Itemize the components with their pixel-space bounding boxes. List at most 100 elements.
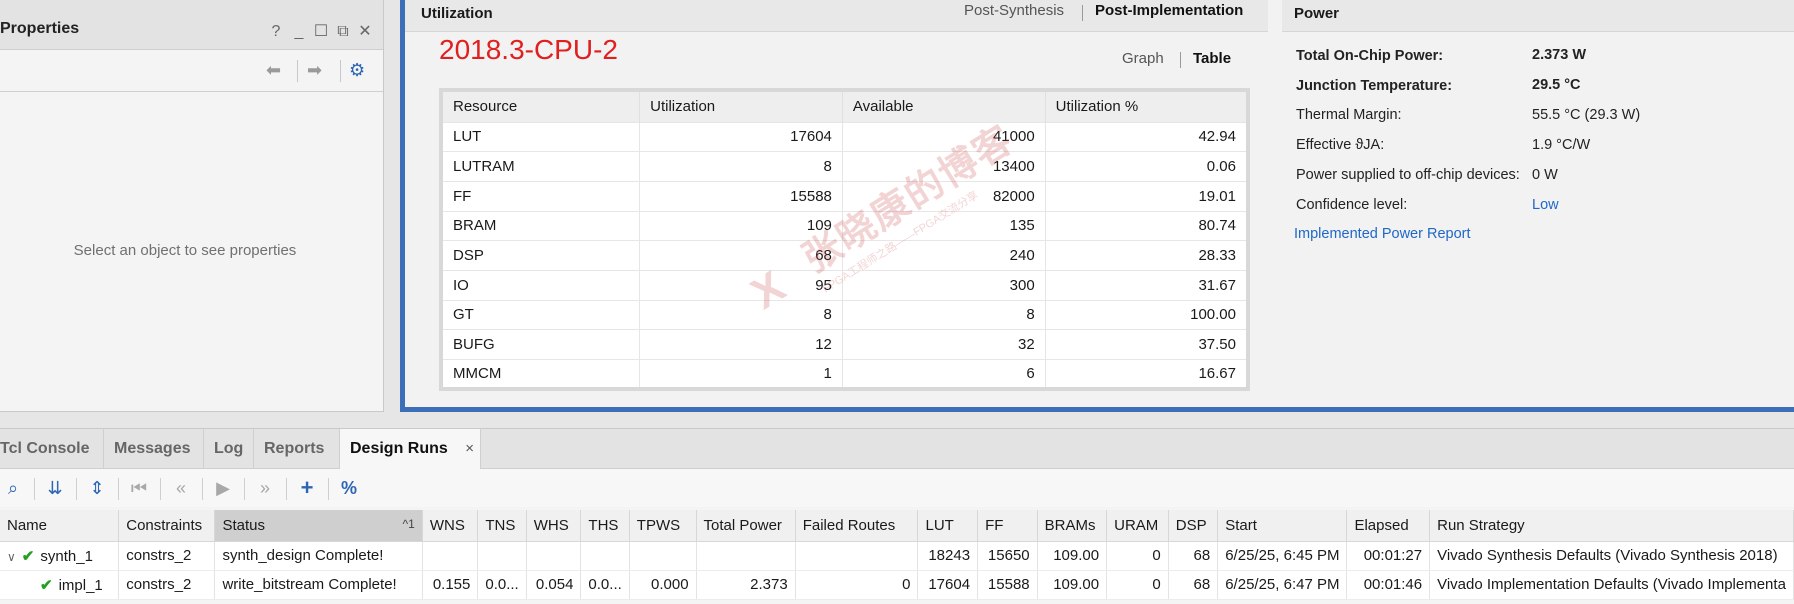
column-header-label: Constraints bbox=[126, 516, 203, 534]
column-header[interactable]: DSP bbox=[1168, 510, 1219, 542]
table-row[interactable]: ✔ impl_1 constrs_2 write_bitstream Complete… bbox=[0, 570, 1794, 600]
expand-caret-icon[interactable]: ∨ bbox=[7, 550, 16, 564]
column-header[interactable]: Constraints bbox=[118, 510, 216, 542]
column-header[interactable]: Utilization % bbox=[1045, 90, 1249, 122]
column-header[interactable]: FF bbox=[977, 510, 1038, 542]
collapse-all-icon[interactable]: ⇊ bbox=[44, 477, 66, 499]
help-icon[interactable]: ? bbox=[266, 23, 286, 41]
run-name-cell[interactable]: ∨ ✔ synth_1 bbox=[0, 541, 120, 571]
close-icon[interactable]: ✕ bbox=[355, 23, 375, 41]
minimize-icon[interactable]: _ bbox=[289, 23, 309, 41]
column-header[interactable]: Elapsed bbox=[1346, 510, 1431, 542]
design-runs-table: Name Constraints Status ^1 WNS TNS WHS THS TPWS T… bbox=[0, 510, 1794, 600]
power-label-offchip: Power supplied to off-chip devices: bbox=[1296, 167, 1520, 183]
design-runs-toolbar: ⌕ ⇊ ⇕ ⏮ « ▶ » + % bbox=[0, 469, 1794, 507]
post-implementation-link[interactable]: Post-Implementation bbox=[1095, 2, 1243, 19]
cell-dsp: 68 bbox=[1168, 570, 1219, 600]
properties-toolbar: ⬅ ➡ ⚙ bbox=[0, 50, 383, 92]
column-header[interactable]: Failed Routes bbox=[795, 510, 919, 542]
back-arrow-icon[interactable]: ⬅ bbox=[266, 60, 281, 81]
previous-icon[interactable]: « bbox=[170, 477, 192, 499]
close-tab-icon[interactable]: × bbox=[465, 429, 474, 469]
table-cell: IO bbox=[441, 269, 641, 301]
table-row[interactable]: MMCM 1 6 16.67 bbox=[441, 359, 1249, 390]
next-icon[interactable]: » bbox=[254, 477, 276, 499]
implemented-power-report-link[interactable]: Implemented Power Report bbox=[1294, 226, 1471, 242]
tab-reports[interactable]: Reports bbox=[254, 429, 340, 469]
tab-messages[interactable]: Messages bbox=[104, 429, 204, 469]
power-label-theta: Effective ϑJA: bbox=[1296, 137, 1385, 153]
column-header[interactable]: WNS bbox=[422, 510, 479, 542]
table-row[interactable]: IO 95 300 31.67 bbox=[441, 269, 1249, 301]
column-header[interactable]: WHS bbox=[526, 510, 582, 542]
table-cell: 95 bbox=[639, 269, 843, 301]
table-cell: 240 bbox=[842, 240, 1046, 271]
column-header[interactable]: TPWS bbox=[629, 510, 697, 542]
table-row[interactable]: DSP 68 240 28.33 bbox=[441, 240, 1249, 271]
column-header[interactable]: THS bbox=[580, 510, 630, 542]
table-row[interactable]: BRAM 109 135 80.74 bbox=[441, 210, 1249, 241]
play-icon[interactable]: ▶ bbox=[212, 477, 234, 499]
overlay-title: 2018.3-CPU-2 bbox=[439, 34, 618, 65]
column-header[interactable]: BRAMs bbox=[1037, 510, 1108, 542]
table-row[interactable]: GT 8 8 100.00 bbox=[441, 299, 1249, 330]
cell-uram: 0 bbox=[1106, 541, 1169, 571]
column-header-label: URAM bbox=[1114, 516, 1159, 534]
column-header-label: BRAMs bbox=[1044, 516, 1096, 534]
table-cell: LUTRAM bbox=[441, 151, 641, 182]
float-icon[interactable]: ⧉ bbox=[333, 23, 353, 41]
post-synthesis-link[interactable]: Post-Synthesis bbox=[964, 2, 1064, 19]
table-row[interactable]: BUFG 12 32 37.50 bbox=[441, 329, 1249, 360]
percent-icon[interactable]: % bbox=[338, 477, 360, 499]
power-value-total: 2.373 W bbox=[1532, 47, 1586, 63]
toolbar-divider bbox=[118, 478, 119, 500]
expand-all-icon[interactable]: ⇕ bbox=[86, 477, 108, 499]
column-header-label: DSP bbox=[1175, 516, 1207, 534]
table-cell: 31.67 bbox=[1045, 269, 1249, 301]
gear-icon[interactable]: ⚙ bbox=[349, 60, 365, 81]
tab-log[interactable]: Log bbox=[204, 429, 254, 469]
table-cell: 41000 bbox=[842, 121, 1046, 152]
table-cell: 13400 bbox=[842, 151, 1046, 182]
tab-tcl-console[interactable]: Tcl Console bbox=[0, 429, 104, 469]
project-summary-panel: Utilization Post-Synthesis Post-Implemen… bbox=[400, 0, 1794, 412]
column-header[interactable]: Available bbox=[842, 90, 1046, 122]
column-header[interactable]: LUT bbox=[917, 510, 979, 542]
column-header[interactable]: Total Power bbox=[696, 510, 796, 542]
cell-ths: 0.0... bbox=[580, 570, 630, 600]
column-header[interactable]: Utilization bbox=[639, 90, 843, 122]
table-row[interactable]: LUTRAM 8 13400 0.06 bbox=[441, 151, 1249, 182]
run-name-cell[interactable]: ✔ impl_1 bbox=[0, 570, 120, 600]
table-link[interactable]: Table bbox=[1193, 50, 1231, 67]
toolbar-divider bbox=[286, 478, 287, 500]
column-header[interactable]: Resource bbox=[441, 90, 641, 122]
first-icon[interactable]: ⏮ bbox=[128, 477, 150, 499]
graph-link[interactable]: Graph bbox=[1122, 50, 1164, 67]
column-header-label: WHS bbox=[533, 516, 569, 534]
toolbar-divider bbox=[297, 60, 298, 82]
column-header[interactable]: Start bbox=[1217, 510, 1348, 542]
column-header[interactable]: URAM bbox=[1106, 510, 1169, 542]
table-row[interactable]: LUT 17604 41000 42.94 bbox=[441, 121, 1249, 152]
table-cell: 8 bbox=[639, 151, 843, 182]
table-row[interactable]: FF 15588 82000 19.01 bbox=[441, 180, 1249, 212]
column-header[interactable]: Name bbox=[0, 510, 120, 542]
add-run-icon[interactable]: + bbox=[296, 477, 318, 499]
cell-ff: 15588 bbox=[977, 570, 1038, 600]
search-icon[interactable]: ⌕ bbox=[2, 477, 24, 499]
column-header[interactable]: Run Strategy bbox=[1429, 510, 1794, 542]
power-value-margin: 55.5 °C (29.3 W) bbox=[1532, 107, 1641, 123]
column-header[interactable]: TNS bbox=[477, 510, 527, 542]
table-row[interactable]: ∨ ✔ synth_1 constrs_2 synth_design Complete!… bbox=[0, 541, 1794, 571]
utilization-table: Resource Utilization Available Utilizati… bbox=[439, 88, 1250, 392]
column-header[interactable]: Status ^1 bbox=[214, 510, 423, 542]
view-divider bbox=[1082, 5, 1083, 21]
confidence-level-link[interactable]: Low bbox=[1532, 197, 1559, 213]
forward-arrow-icon[interactable]: ➡ bbox=[307, 60, 322, 81]
table-cell: MMCM bbox=[441, 359, 641, 390]
tab-design-runs[interactable]: Design Runs × bbox=[340, 429, 481, 469]
table-cell: 37.50 bbox=[1045, 329, 1249, 360]
toolbar-divider bbox=[34, 478, 35, 500]
run-name: synth_1 bbox=[40, 547, 93, 565]
maximize-icon[interactable]: ☐ bbox=[311, 23, 331, 41]
